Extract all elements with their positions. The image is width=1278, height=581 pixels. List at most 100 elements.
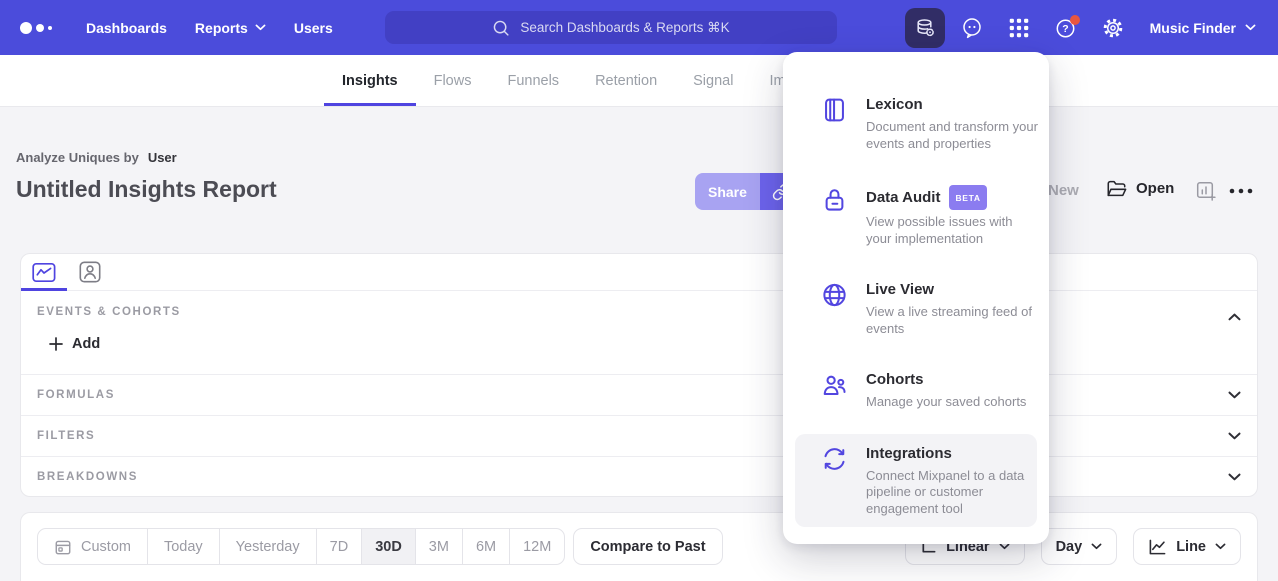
chart-type-dropdown[interactable]: Line	[1133, 528, 1241, 565]
top-navigation-bar: Dashboards Reports Users Search Dashboar…	[0, 0, 1278, 55]
integrations-icon	[821, 444, 849, 518]
builder-mode-tabs	[21, 254, 1257, 291]
menu-item-description: View possible issues with your implement…	[866, 214, 1040, 247]
share-button[interactable]: Share	[695, 173, 760, 210]
chevron-down-icon	[1215, 543, 1226, 550]
search-placeholder: Search Dashboards & Reports ⌘K	[520, 20, 729, 36]
menu-item-data-audit[interactable]: Data Audit BETA View possible issues wit…	[783, 175, 1049, 257]
svg-text:?: ?	[1062, 23, 1068, 35]
menu-item-integrations[interactable]: Integrations Connect Mixpanel to a data …	[795, 434, 1037, 528]
tab-insights[interactable]: Insights	[324, 55, 416, 106]
compare-to-past-button[interactable]: Compare to Past	[573, 528, 722, 565]
mixpanel-logo[interactable]	[20, 22, 62, 34]
apps-grid-button[interactable]	[999, 8, 1039, 48]
date-range-label: 12M	[523, 539, 551, 555]
project-switcher[interactable]: Music Finder	[1150, 20, 1264, 36]
menu-item-title: Integrations	[866, 444, 952, 464]
menu-item-lexicon[interactable]: Lexicon Document and transform your even…	[783, 85, 1049, 162]
menu-item-description: Document and transform your events and p…	[866, 119, 1040, 152]
section-formulas[interactable]: FORMULAS	[21, 374, 1257, 415]
date-range-7d[interactable]: 7D	[317, 529, 363, 564]
date-range-custom[interactable]: Custom	[38, 529, 148, 564]
date-range-30d[interactable]: 30D	[362, 529, 416, 564]
settings-icon	[1101, 16, 1125, 40]
date-range-label: 3M	[429, 539, 449, 555]
more-options-button[interactable]	[1229, 188, 1253, 194]
section-label-formulas: FORMULAS	[37, 389, 115, 401]
section-events-cohorts[interactable]: EVENTS & COHORTS Add	[21, 291, 1257, 374]
logo-dot	[36, 24, 44, 32]
date-range-controls: Custom Today Yesterday 7D 30D 3M 6M 12M …	[37, 528, 723, 565]
report-title[interactable]: Untitled Insights Report	[16, 176, 277, 203]
settings-button[interactable]	[1093, 8, 1133, 48]
analysis-context: Analyze Uniques byUser	[16, 150, 177, 165]
add-to-dashboard-button[interactable]	[1196, 181, 1217, 202]
cohorts-icon	[821, 370, 849, 411]
menu-item-text: Live View View a live streaming feed of …	[866, 280, 1040, 337]
nav-label: Dashboards	[86, 20, 167, 36]
menu-item-description: Connect Mixpanel to a data pipeline or c…	[866, 468, 1040, 518]
menu-item-description: View a live streaming feed of events	[866, 304, 1040, 337]
menu-item-cohorts[interactable]: Cohorts Manage your saved cohorts	[783, 360, 1049, 421]
logo-dot	[20, 22, 32, 34]
more-options-icon	[1229, 188, 1253, 194]
nav-item-dashboards[interactable]: Dashboards	[72, 0, 181, 55]
nav-item-reports[interactable]: Reports	[181, 0, 280, 55]
nav-label: Reports	[195, 20, 248, 36]
add-event-button[interactable]: Add	[49, 336, 100, 352]
section-label-filters: FILTERS	[37, 430, 95, 442]
data-management-button[interactable]	[905, 8, 945, 48]
help-button[interactable]: ?	[1046, 8, 1086, 48]
date-range-yesterday[interactable]: Yesterday	[220, 529, 317, 564]
open-report-button[interactable]: Open	[1106, 179, 1174, 198]
menu-item-text: Data Audit BETA View possible issues wit…	[866, 185, 1040, 247]
tab-flows[interactable]: Flows	[416, 55, 490, 106]
line-chart-icon	[1148, 538, 1167, 556]
section-label-breakdowns: BREAKDOWNS	[37, 471, 138, 483]
menu-item-title: Data Audit	[866, 188, 940, 208]
folder-icon	[1106, 179, 1127, 198]
plus-icon	[49, 337, 63, 351]
menu-item-text: Cohorts Manage your saved cohorts	[866, 370, 1040, 411]
date-range-3m[interactable]: 3M	[416, 529, 463, 564]
lexicon-icon	[821, 95, 849, 152]
menu-item-description: Manage your saved cohorts	[866, 394, 1040, 411]
data-management-dropdown: Lexicon Document and transform your even…	[783, 52, 1049, 544]
tab-retention[interactable]: Retention	[577, 55, 675, 106]
chevron-up-icon[interactable]	[1228, 313, 1241, 321]
chevron-down-icon	[1245, 24, 1256, 31]
beta-badge: BETA	[949, 185, 986, 210]
chart-type-value: Line	[1176, 539, 1206, 555]
live-view-icon	[821, 280, 849, 337]
date-range-label: Yesterday	[236, 539, 300, 555]
date-range-12m[interactable]: 12M	[510, 529, 564, 564]
date-range-label: Today	[164, 539, 203, 555]
search-icon	[492, 19, 510, 37]
primary-nav: Dashboards Reports Users	[72, 0, 347, 55]
granularity-value: Day	[1056, 539, 1083, 555]
tab-profiles-mode[interactable]	[67, 254, 113, 290]
nav-item-users[interactable]: Users	[280, 0, 347, 55]
feedback-button[interactable]	[952, 8, 992, 48]
feedback-icon	[960, 16, 984, 40]
search-input[interactable]: Search Dashboards & Reports ⌘K	[385, 11, 837, 44]
query-builder-panel: EVENTS & COHORTS Add FORMULAS FILTERS BR…	[20, 253, 1258, 497]
tab-events-mode[interactable]	[21, 254, 67, 290]
section-label-events-cohorts: EVENTS & COHORTS	[37, 306, 181, 318]
add-to-dashboard-icon	[1196, 181, 1217, 202]
menu-item-title: Cohorts	[866, 370, 924, 390]
date-range-label: 6M	[476, 539, 496, 555]
date-range-6m[interactable]: 6M	[463, 529, 510, 564]
calendar-icon	[54, 538, 72, 556]
chart-controls-panel: Custom Today Yesterday 7D 30D 3M 6M 12M …	[20, 512, 1258, 581]
context-value-user[interactable]: User	[148, 150, 177, 165]
tab-funnels[interactable]: Funnels	[489, 55, 577, 106]
granularity-dropdown[interactable]: Day	[1041, 528, 1118, 565]
new-report-button[interactable]: New	[1048, 182, 1079, 199]
section-breakdowns[interactable]: BREAKDOWNS	[21, 456, 1257, 497]
section-filters[interactable]: FILTERS	[21, 415, 1257, 456]
menu-item-live-view[interactable]: Live View View a live streaming feed of …	[783, 270, 1049, 347]
apps-grid-icon	[1008, 17, 1030, 39]
tab-signal[interactable]: Signal	[675, 55, 751, 106]
date-range-today[interactable]: Today	[148, 529, 220, 564]
